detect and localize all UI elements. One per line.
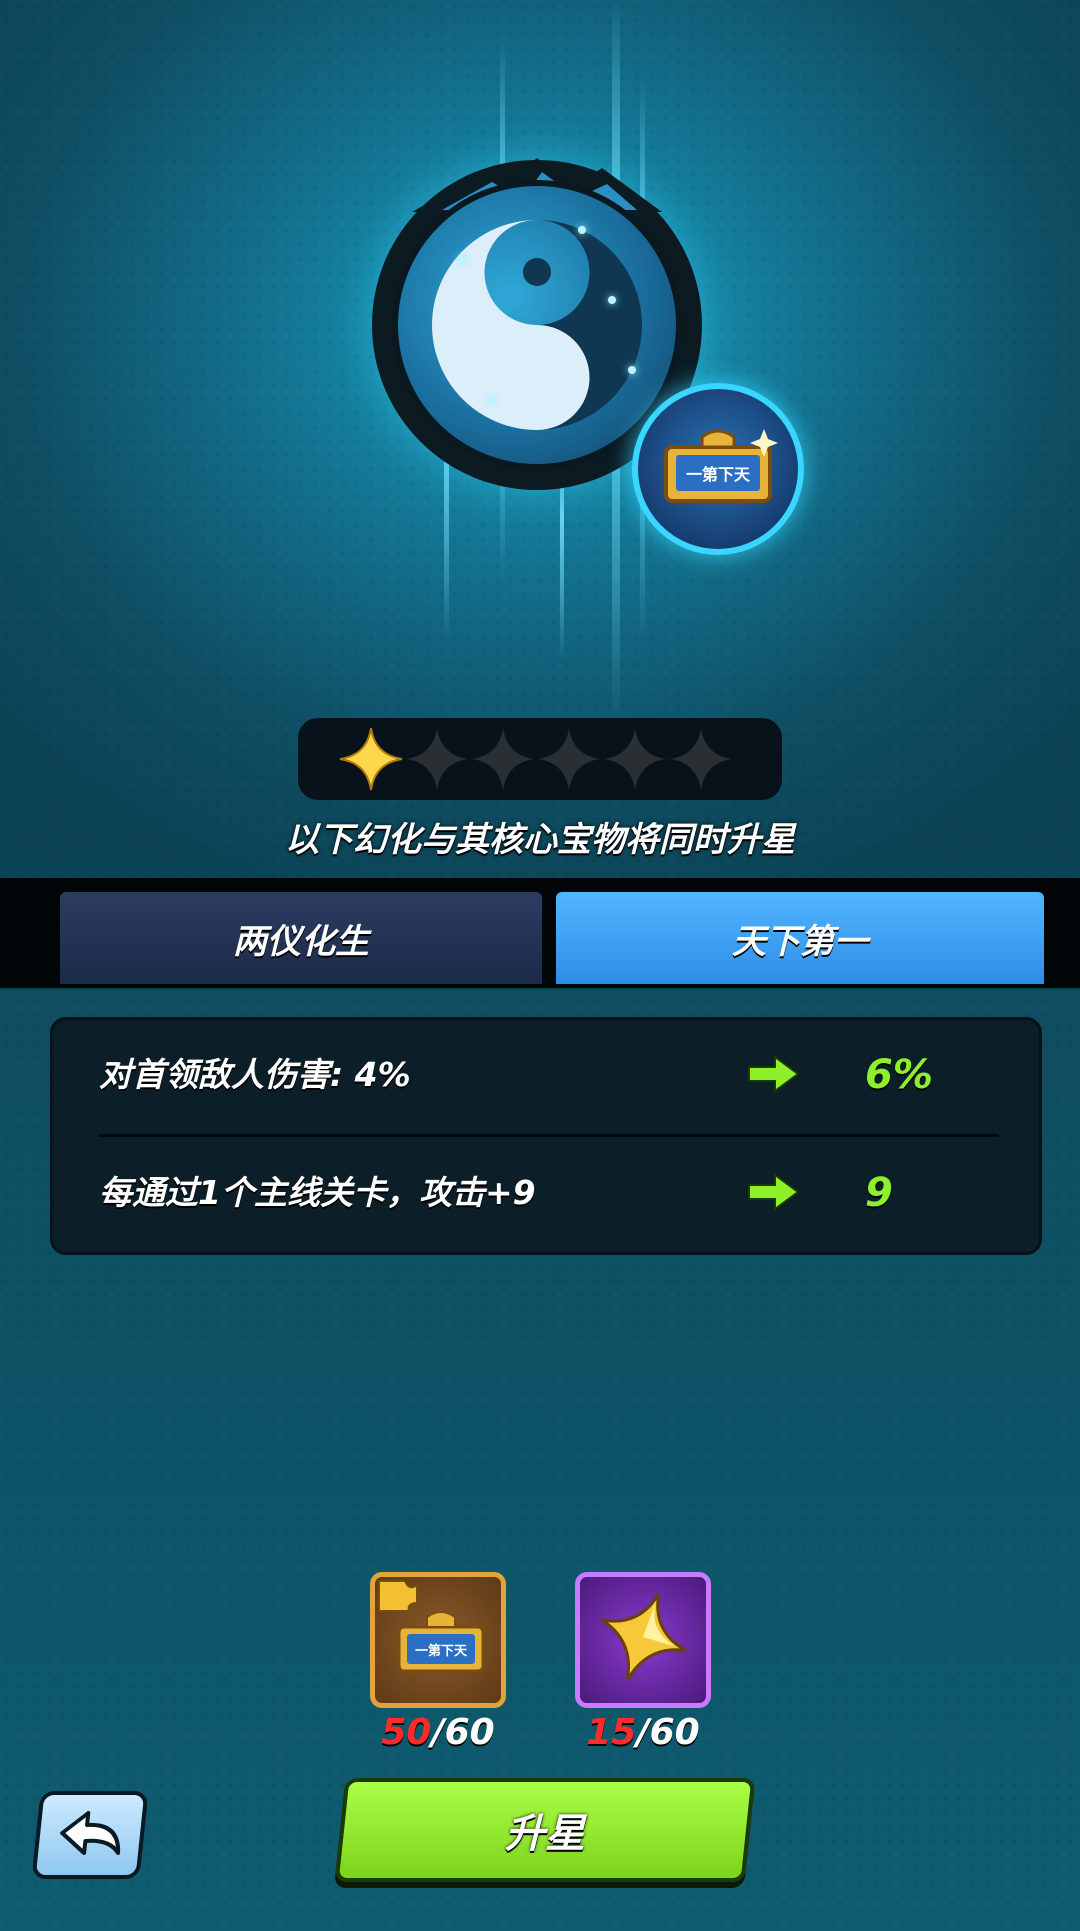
stat-row: 每通过1个主线关卡，攻击+9 9 xyxy=(53,1138,1039,1248)
material-count-star: 15/60 xyxy=(586,1712,700,1753)
star-empty-icon xyxy=(538,728,600,790)
arrow-right-icon xyxy=(748,1055,800,1093)
upgrade-button-label: 升星 xyxy=(505,1811,585,1857)
back-arrow-icon xyxy=(60,1811,121,1855)
star-filled-icon xyxy=(339,727,403,791)
svg-text:一第下天: 一第下天 xyxy=(686,465,751,484)
star-empty-icon xyxy=(406,728,468,790)
tab-label: 两仪化生 xyxy=(233,921,369,962)
material-slot-plaque[interactable]: 一第下天 xyxy=(370,1572,506,1708)
stat-label: 对首领敌人伤害: 4% xyxy=(99,1055,411,1094)
stat-label: 每通过1个主线关卡，攻击+9 xyxy=(99,1173,536,1212)
gold-star-icon xyxy=(600,1593,687,1681)
star-rating xyxy=(298,718,782,800)
tab-tianxia[interactable]: 天下第一 xyxy=(556,892,1044,984)
star-empty-icon xyxy=(604,728,666,790)
stat-value: 6% xyxy=(865,1052,933,1098)
tab-label: 天下第一 xyxy=(732,921,868,962)
upgrade-notice: 以下幻化与其核心宝物将同时升星 xyxy=(285,820,795,860)
stat-row: 对首领敌人伤害: 4% 6% xyxy=(53,1020,1039,1130)
stats-divider xyxy=(99,1134,999,1137)
tab-liangyi[interactable]: 两仪化生 xyxy=(60,892,542,984)
back-button[interactable] xyxy=(31,1791,149,1879)
arrow-right-icon xyxy=(748,1173,800,1211)
plaque-fragment-icon: 一第下天 xyxy=(378,1580,485,1673)
upgrade-star-button[interactable]: 升星 xyxy=(334,1778,756,1882)
star-empty-icon xyxy=(670,728,732,790)
stats-panel: 对首领敌人伤害: 4% 6% 每通过1个主线关卡，攻击+9 9 xyxy=(50,1017,1042,1255)
plaque-icon: 一第下天 xyxy=(632,383,804,555)
stat-value: 9 xyxy=(865,1170,893,1216)
material-slot-star[interactable] xyxy=(575,1572,711,1708)
material-count-plaque: 50/60 xyxy=(381,1712,495,1753)
star-empty-icon xyxy=(472,728,534,790)
svg-text:一第下天: 一第下天 xyxy=(415,1643,468,1659)
